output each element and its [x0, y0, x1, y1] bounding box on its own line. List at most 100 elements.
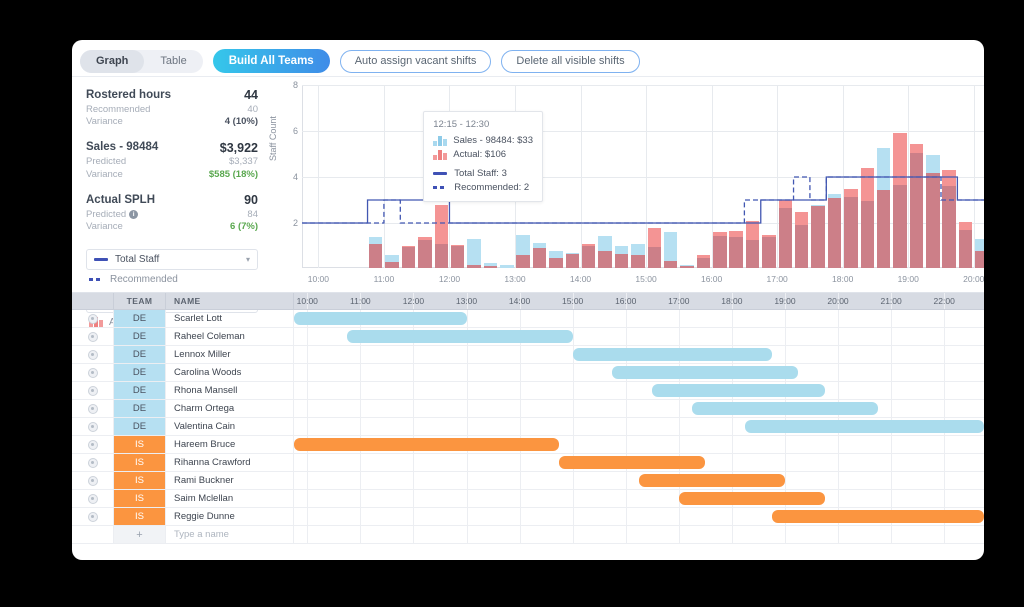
- build-all-teams-button[interactable]: Build All Teams: [212, 49, 330, 73]
- shift-bar[interactable]: [771, 510, 984, 523]
- gantt-gridline: [944, 364, 946, 381]
- total-staff-select[interactable]: Total Staff ▾: [86, 248, 258, 270]
- gantt-gridline: [307, 382, 309, 399]
- tooltip-row-sales: Sales - 98484: $33: [433, 135, 533, 146]
- gantt-gridline: [625, 508, 627, 525]
- shift-bar[interactable]: [692, 402, 878, 415]
- gantt-gridline: [360, 454, 362, 471]
- row-avatar-cell[interactable]: [72, 364, 114, 381]
- row-avatar-cell[interactable]: [72, 346, 114, 363]
- gantt-gridline: [891, 472, 893, 489]
- row-avatar-cell[interactable]: [72, 310, 114, 327]
- row-avatar-cell[interactable]: [72, 508, 114, 525]
- row-name[interactable]: Rami Buckner: [166, 472, 294, 489]
- gantt-gridline: [572, 508, 574, 525]
- gantt-gridline: [838, 364, 840, 381]
- table-row[interactable]: DE Carolina Woods: [72, 364, 984, 382]
- table-row[interactable]: DE Rhona Mansell: [72, 382, 984, 400]
- gantt-gridline: [891, 364, 893, 381]
- row-avatar-cell[interactable]: [72, 490, 114, 507]
- add-name-input[interactable]: Type a name: [166, 526, 294, 543]
- chart-x-tick: 15:00: [635, 274, 657, 284]
- row-avatar-cell[interactable]: [72, 472, 114, 489]
- row-name[interactable]: Scarlet Lott: [166, 310, 294, 327]
- shift-bar[interactable]: [745, 420, 984, 433]
- gantt-gridline: [307, 364, 309, 381]
- avatar-icon: [87, 385, 98, 396]
- tooltip-total-staff-text: Total Staff: 3: [454, 168, 507, 179]
- delete-all-visible-shifts-button[interactable]: Delete all visible shifts: [501, 49, 640, 73]
- chart-y-tick: 8: [292, 80, 298, 90]
- shift-bar[interactable]: [678, 492, 825, 505]
- avatar-icon: [87, 457, 98, 468]
- table-row[interactable]: IS Hareem Bruce: [72, 436, 984, 454]
- stat-title: Actual SPLH: [86, 193, 156, 206]
- shift-bar[interactable]: [612, 366, 799, 379]
- row-name[interactable]: Reggie Dunne: [166, 508, 294, 525]
- stat-sub-value: 40: [247, 103, 258, 115]
- auto-assign-vacant-shifts-button[interactable]: Auto assign vacant shifts: [339, 49, 492, 73]
- row-name[interactable]: Hareem Bruce: [166, 436, 294, 453]
- row-avatar-cell[interactable]: [72, 328, 114, 345]
- table-row[interactable]: DE Scarlet Lott: [72, 310, 984, 328]
- shift-bar[interactable]: [572, 348, 772, 361]
- gantt-header-time: 17:00: [668, 296, 690, 306]
- table-row[interactable]: DE Raheel Coleman: [72, 328, 984, 346]
- gantt-gridline: [891, 346, 893, 363]
- tab-table[interactable]: Table: [144, 50, 202, 73]
- stats-sidebar: Rostered hours 44 Recommended 40 Varianc…: [72, 77, 272, 328]
- table-row[interactable]: DE Lennox Miller: [72, 346, 984, 364]
- row-avatar-cell[interactable]: [72, 454, 114, 471]
- row-name[interactable]: Charm Ortega: [166, 400, 294, 417]
- row-name[interactable]: Rihanna Crawford: [166, 454, 294, 471]
- shift-bar[interactable]: [347, 330, 573, 343]
- row-team: DE: [114, 400, 166, 417]
- row-name[interactable]: Raheel Coleman: [166, 328, 294, 345]
- gantt-header-time: 16:00: [615, 296, 637, 306]
- chart-y-tick: 2: [292, 218, 298, 228]
- shift-bar[interactable]: [559, 456, 706, 469]
- shift-bar[interactable]: [294, 438, 560, 451]
- table-row[interactable]: IS Rihanna Crawford: [72, 454, 984, 472]
- gantt-gridline: [413, 346, 415, 363]
- gantt-gridline: [625, 526, 627, 543]
- avatar-icon: [87, 313, 98, 324]
- gantt-gridline: [731, 310, 733, 327]
- total-staff-select-label: Total Staff: [115, 253, 160, 265]
- shift-bar[interactable]: [652, 384, 825, 397]
- tooltip-row-recommended: Recommended: 2: [433, 182, 533, 193]
- row-avatar-cell[interactable]: [72, 436, 114, 453]
- shift-bar[interactable]: [639, 474, 785, 487]
- add-shift-row[interactable]: + Type a name: [72, 526, 984, 544]
- tab-graph[interactable]: Graph: [80, 49, 145, 73]
- toolbar: Graph Table Build All Teams Auto assign …: [72, 40, 984, 76]
- table-row[interactable]: DE Charm Ortega: [72, 400, 984, 418]
- row-avatar-cell[interactable]: [72, 418, 114, 435]
- row-avatar-cell[interactable]: [72, 400, 114, 417]
- gantt-gridline: [784, 454, 786, 471]
- row-timeline: [294, 346, 984, 363]
- row-avatar-cell[interactable]: [72, 382, 114, 399]
- gantt-gridline: [784, 328, 786, 345]
- gantt-gridline: [891, 382, 893, 399]
- table-row[interactable]: IS Rami Buckner: [72, 472, 984, 490]
- avatar-icon: [87, 403, 98, 414]
- add-row-button[interactable]: +: [114, 526, 166, 543]
- row-name[interactable]: Lennox Miller: [166, 346, 294, 363]
- column-header-name: NAME: [166, 293, 294, 309]
- row-name[interactable]: Valentina Cain: [166, 418, 294, 435]
- row-name[interactable]: Saim Mclellan: [166, 490, 294, 507]
- row-name[interactable]: Carolina Woods: [166, 364, 294, 381]
- table-row[interactable]: IS Saim Mclellan: [72, 490, 984, 508]
- gantt-gridline: [519, 454, 521, 471]
- stat-sub-value: $3,337: [228, 156, 258, 168]
- shift-bar[interactable]: [294, 312, 467, 325]
- row-name[interactable]: Rhona Mansell: [166, 382, 294, 399]
- gantt-gridline: [784, 526, 786, 543]
- table-row[interactable]: IS Reggie Dunne: [72, 508, 984, 526]
- info-icon[interactable]: i: [129, 209, 139, 219]
- gantt-gridline: [413, 454, 415, 471]
- gantt-gridline: [413, 364, 415, 381]
- table-row[interactable]: DE Valentina Cain: [72, 418, 984, 436]
- gantt-gridline: [891, 400, 893, 417]
